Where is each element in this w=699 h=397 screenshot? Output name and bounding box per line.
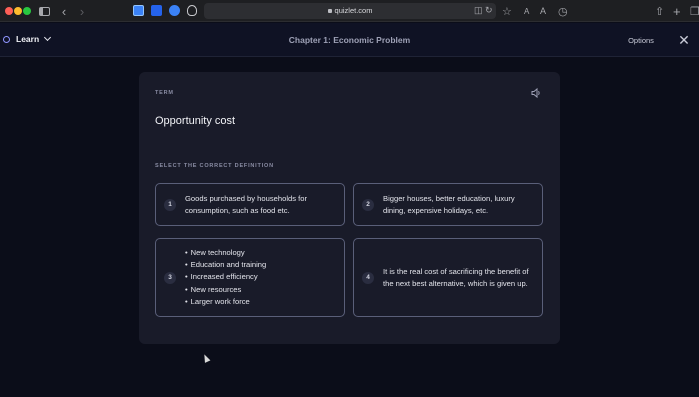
share-icon[interactable]: ⇧: [655, 4, 664, 18]
sidebar-icon[interactable]: [38, 4, 50, 18]
answer-option-4[interactable]: 4 It is the real cost of sacrificing the…: [353, 238, 543, 317]
question-card: TERM Opportunity cost SELECT THE CORRECT…: [139, 72, 560, 344]
new-tab-icon[interactable]: +: [673, 4, 681, 19]
url-display: quizlet.com: [204, 6, 496, 15]
url-text: quizlet.com: [334, 6, 373, 15]
forward-icon[interactable]: ›: [76, 4, 88, 19]
term-label: TERM: [155, 90, 174, 96]
option-bullet: Larger work force: [185, 296, 266, 308]
option-text: Bigger houses, better education, luxury …: [383, 193, 515, 215]
bookmark-favicon-1[interactable]: [133, 5, 144, 16]
text-larger-icon[interactable]: A: [540, 4, 546, 18]
option-number: 4: [362, 271, 374, 284]
privacy-shield-icon[interactable]: [187, 5, 197, 16]
star-icon[interactable]: ☆: [502, 4, 512, 18]
option-number: 2: [362, 198, 374, 211]
close-icon[interactable]: ✕: [676, 32, 692, 48]
back-icon[interactable]: ‹: [58, 4, 70, 19]
option-bullet: Education and training: [185, 259, 267, 271]
app-header: Learn Chapter 1: Economic Problem Option…: [0, 23, 699, 57]
translate-icon[interactable]: ◫: [474, 5, 483, 16]
answer-option-3[interactable]: 3 New technology Education and training …: [155, 238, 345, 317]
close-window-button[interactable]: [5, 7, 13, 15]
option-bullet: Increased efficiency: [185, 271, 266, 283]
bookmark-favicon-3[interactable]: [169, 5, 180, 16]
history-icon[interactable]: ◷: [558, 4, 568, 18]
option-text: It is the real cost of sacrificing the b…: [383, 266, 529, 288]
answer-option-2[interactable]: 2 Bigger houses, better education, luxur…: [353, 183, 543, 226]
bookmark-favicon-2[interactable]: [151, 5, 162, 16]
term-text: Opportunity cost: [155, 115, 236, 127]
option-bullet: New technology: [185, 247, 266, 259]
text-smaller-icon[interactable]: A: [524, 4, 529, 18]
select-definition-label: SELECT THE CORRECT DEFINITION: [155, 163, 274, 169]
options-button[interactable]: Options: [619, 31, 663, 49]
answer-option-1[interactable]: 1 Goods purchased by households for cons…: [155, 183, 345, 226]
lock-icon: [327, 9, 332, 13]
deck-title: Chapter 1: Economic Problem: [288, 35, 411, 45]
option-number: 1: [164, 198, 176, 211]
option-bullet: New resources: [185, 284, 266, 296]
tab-overview-icon[interactable]: ❐: [690, 4, 699, 18]
option-number: 3: [164, 271, 176, 284]
option-text: Goods purchased by households for consum…: [185, 193, 308, 215]
reload-icon[interactable]: ↻: [485, 5, 493, 16]
minimize-window-button[interactable]: [14, 7, 22, 15]
option-bullet-list: New technology Education and training In…: [185, 247, 267, 308]
browser-toolbar: ‹ › quizlet.com ◫ ↻ ☆ A A ◷ ⇧ + ❐: [0, 0, 699, 22]
zoom-window-button[interactable]: [23, 7, 31, 15]
mouse-cursor-icon: [201, 353, 211, 363]
address-bar[interactable]: quizlet.com ◫ ↻: [204, 3, 496, 19]
audio-icon[interactable]: [530, 87, 542, 99]
